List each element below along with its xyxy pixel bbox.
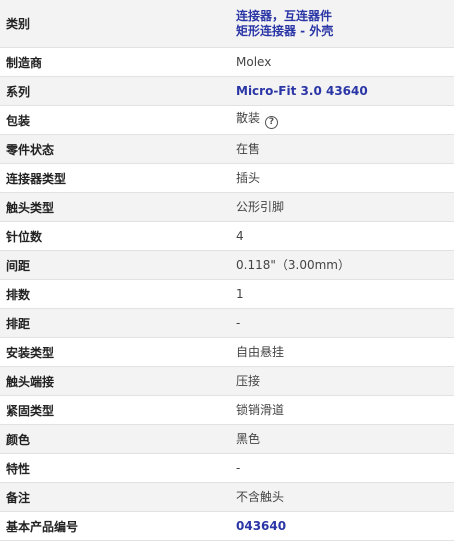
row-value: 自由悬挂 — [236, 344, 285, 359]
row-rows: 排数 1 — [0, 280, 454, 309]
row-part-status: 零件状态 在售 — [0, 135, 454, 164]
row-pitch: 间距 0.118"（3.00mm） — [0, 251, 454, 280]
row-mounting-type: 安装类型 自由悬挂 — [0, 338, 454, 367]
row-value: 043640 — [232, 519, 286, 534]
row-label: 触头端接 — [6, 374, 55, 389]
row-value: 锁销滑道 — [236, 402, 285, 417]
row-base-product-number: 基本产品编号 043640 — [0, 512, 454, 541]
help-icon[interactable]: ? — [265, 116, 279, 129]
row-value: 0.118"（3.00mm） — [236, 257, 350, 272]
row-connector-type: 连接器类型 插头 — [0, 164, 454, 193]
row-label: 制造商 — [6, 55, 43, 70]
row-series: 系列 Micro-Fit 3.0 43640 — [0, 77, 454, 106]
series-link[interactable]: Micro-Fit 3.0 43640 — [236, 84, 368, 98]
row-value: 在售 — [236, 141, 261, 156]
row-label: 零件状态 — [6, 142, 55, 157]
row-value: 公形引脚 — [236, 199, 285, 214]
row-label: 紧固类型 — [6, 403, 55, 418]
row-label: 包装 — [6, 113, 31, 128]
row-label: 排数 — [6, 287, 31, 302]
row-value: 1 — [236, 286, 244, 301]
row-label: 类别 — [6, 17, 31, 31]
row-color: 颜色 黑色 — [0, 425, 454, 454]
row-value: 散装? — [232, 111, 279, 129]
row-packaging: 包装 散装? — [0, 106, 454, 135]
row-value: 4 — [236, 228, 244, 243]
row-value: 压接 — [236, 373, 261, 388]
row-features: 特性 - — [0, 454, 454, 483]
row-label: 特性 — [6, 461, 31, 476]
row-notes: 备注 不含触头 — [0, 483, 454, 512]
row-positions: 针位数 4 — [0, 222, 454, 251]
base-product-number-link[interactable]: 043640 — [236, 519, 286, 533]
row-row-spacing: 排距 - — [0, 309, 454, 338]
category-link-rectangular-housings[interactable]: 矩形连接器 - 外壳 — [236, 24, 333, 39]
row-value: 黑色 — [236, 431, 261, 446]
row-label: 安装类型 — [6, 345, 55, 360]
row-category: 类别 连接器，互连器件 矩形连接器 - 外壳 — [0, 0, 454, 48]
product-attributes-table: 类别 连接器，互连器件 矩形连接器 - 外壳 制造商 Molex 系列 Micr… — [0, 0, 454, 541]
row-label: 颜色 — [6, 432, 31, 447]
row-value: Molex — [236, 54, 272, 69]
row-value: Micro-Fit 3.0 43640 — [232, 84, 368, 99]
row-label: 间距 — [6, 258, 31, 273]
row-label: 系列 — [6, 84, 31, 99]
row-label: 针位数 — [6, 229, 43, 244]
row-value: - — [236, 460, 241, 475]
packaging-value: 散装 — [236, 111, 261, 125]
row-fastening-type: 紧固类型 锁销滑道 — [0, 396, 454, 425]
row-value: 不含触头 — [236, 489, 285, 504]
row-value: 连接器，互连器件 矩形连接器 - 外壳 — [232, 9, 333, 39]
row-contact-termination: 触头端接 压接 — [0, 367, 454, 396]
category-link-connectors[interactable]: 连接器，互连器件 — [236, 9, 333, 24]
row-manufacturer: 制造商 Molex — [0, 48, 454, 77]
row-value: - — [236, 315, 241, 330]
row-label: 连接器类型 — [6, 171, 67, 186]
row-label: 排距 — [6, 316, 31, 331]
row-label: 触头类型 — [6, 200, 55, 215]
row-label: 备注 — [6, 490, 31, 505]
row-label: 基本产品编号 — [6, 519, 79, 534]
row-value: 插头 — [236, 170, 261, 185]
row-contact-type: 触头类型 公形引脚 — [0, 193, 454, 222]
